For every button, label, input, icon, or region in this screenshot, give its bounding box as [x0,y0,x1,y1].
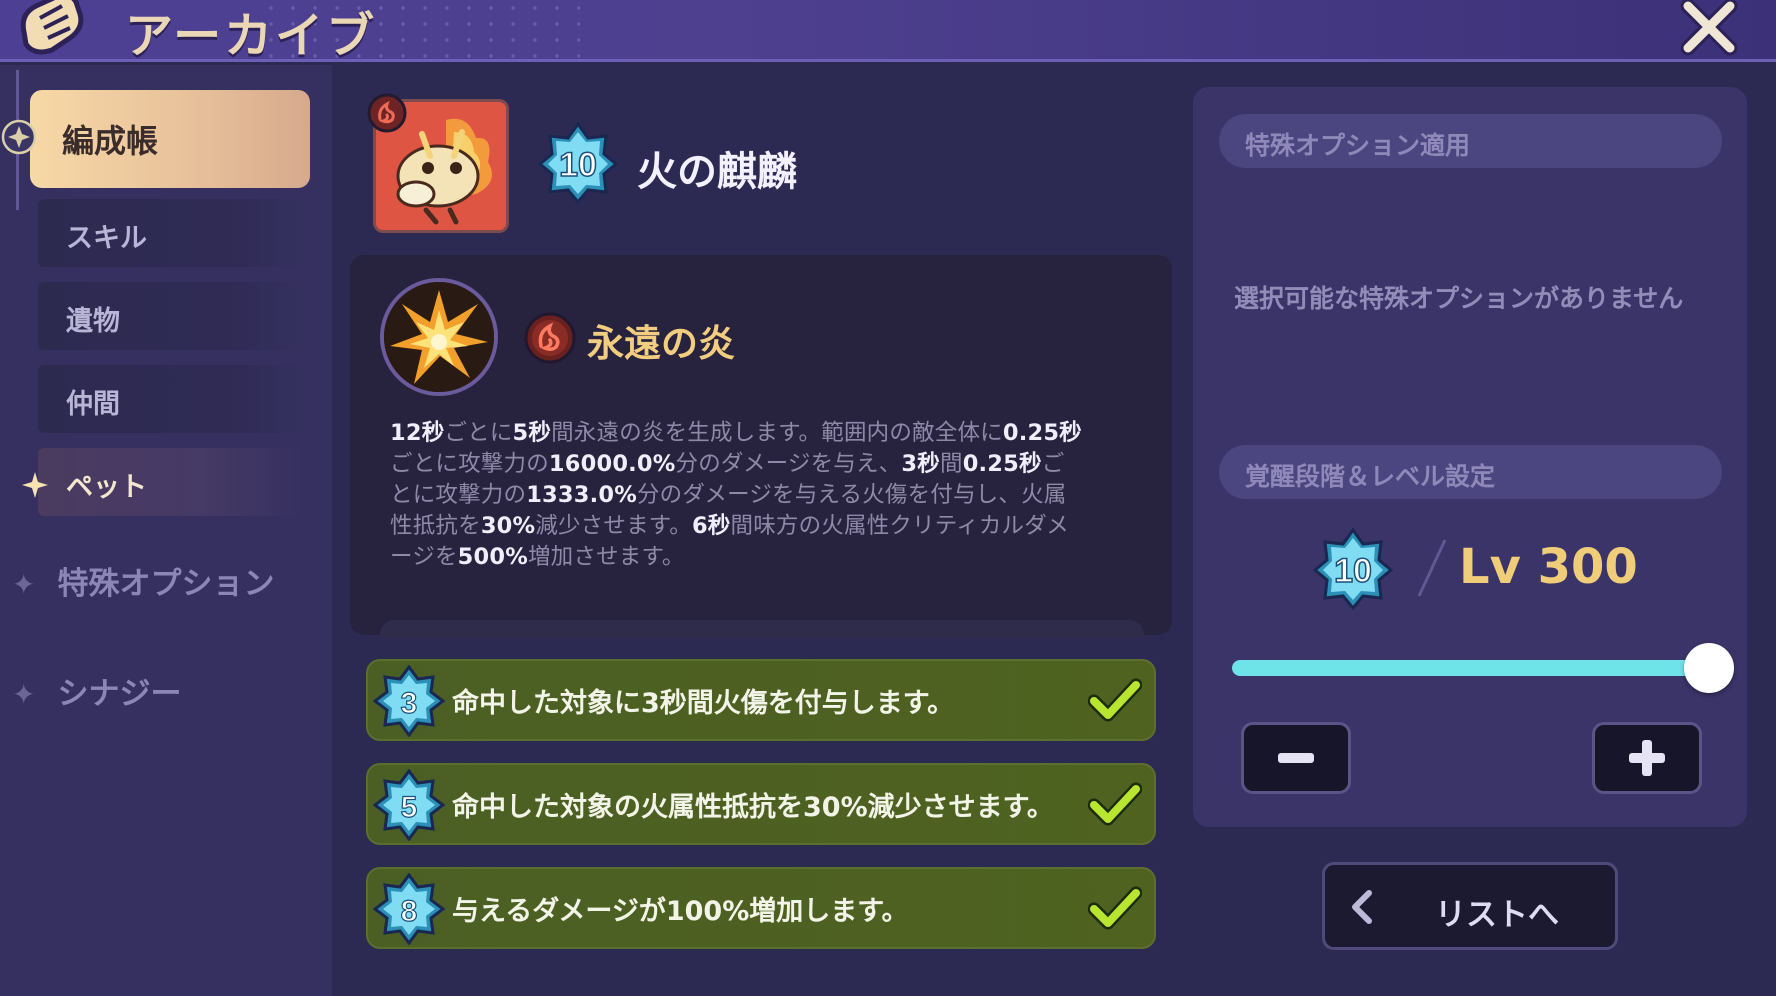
description-text: ごとに [444,420,513,446]
perk-star-count: 3 [401,687,418,720]
awaken-star-count: 10 [559,146,597,184]
fire-element-icon [367,93,407,133]
sidebar-category-special-options[interactable]: ✦ 特殊オプション [12,558,274,603]
fire-element-icon [524,312,576,364]
skill-name: 永遠の炎 [587,322,735,365]
perk-text: 命中した対象の火属性抵抗を30%減少させます。 [452,792,1054,823]
skill-panel-scroll-edge [380,620,1144,638]
description-text: 分のダメージを与える火傷を付与し、火属 [636,482,1067,508]
description-value: 3秒 [901,451,940,477]
awaken-level-header: 覚醒段階＆レベル設定 [1219,445,1722,499]
category-label: 特殊オプション [57,566,275,602]
skill-description: 12秒ごとに5秒間永遠の炎を生成します。範囲内の敵全体に0.25秒 ごとに攻撃力の… [390,418,1135,573]
description-text: ージを [390,544,458,570]
back-to-list-label: リストへ [1435,897,1559,933]
description-text: 分のダメージを与え、 [675,451,902,477]
level-slider-track[interactable] [1232,660,1710,676]
close-button[interactable] [1678,0,1740,60]
sidebar-item-pet[interactable]: ペット [38,448,308,516]
description-value: 0.25秒 [962,451,1042,477]
awaken-star-count: 10 [1334,552,1372,590]
flame-skill-icon [380,278,498,396]
sidebar-item-relic[interactable]: 遺物 [38,282,308,350]
back-to-list-button[interactable]: リストへ [1322,862,1618,950]
description-line: 12秒ごとに5秒間永遠の炎を生成します。範囲内の敵全体に0.25秒 [390,418,1135,449]
description-value: 5秒 [512,420,552,446]
no-options-message: 選択可能な特殊オプションがありません [1234,284,1684,313]
awaken-star-badge: 10 [1312,527,1394,611]
perk-star-count: 5 [401,791,418,824]
level-value: Lv 300 [1459,539,1638,595]
sidebar-item-skill[interactable]: スキル [38,199,308,267]
sidebar-item-formation[interactable]: 編成帳 [30,90,310,188]
decrease-level-button[interactable] [1241,722,1351,794]
description-value: 30% [480,513,536,539]
perk-text: 命中した対象に3秒間火傷を付与します。 [452,688,955,719]
description-line: 性抵抗を30%減少させます。6秒間味方の火属性クリティカルダメ [390,511,1135,542]
description-value: 0.25秒 [1002,420,1082,446]
awaken-star-badge: 10 [537,121,619,205]
description-value: 16000.0% [548,451,676,477]
separator-slash [1411,536,1451,600]
star-level-icon: 5 [373,769,445,841]
perk-text: 与えるダメージが100%増加します。 [452,896,909,927]
description-value: 500% [457,544,528,570]
minus-icon [1278,753,1314,763]
perk-row: 3 命中した対象に3秒間火傷を付与します。 [366,659,1156,741]
description-value: 6秒 [691,513,731,539]
check-icon [1088,782,1142,826]
sidebar-category-synergy[interactable]: ✦ シナジー [12,668,181,713]
description-text: ご [1041,451,1065,477]
description-text: とに攻撃力の [390,482,527,508]
check-icon [1088,678,1142,722]
perk-row: 8 与えるダメージが100%増加します。 [366,867,1156,949]
description-text: 間 [939,451,963,477]
close-icon [1680,0,1738,56]
description-line: ごとに攻撃力の16000.0%分のダメージを与え、3秒間0.25秒ご [390,449,1135,480]
archive-hand-icon [14,0,94,58]
description-text: 間味方の火属性クリティカルダメ [730,513,1069,539]
description-line: とに攻撃力の1333.0%分のダメージを与える火傷を付与し、火属 [390,480,1135,511]
plus-icon [1629,740,1665,776]
increase-level-button[interactable] [1592,722,1702,794]
special-option-header: 特殊オプション適用 [1219,114,1722,168]
page-title: アーカイブ [125,8,378,64]
plus-icon: ✦ [12,568,36,601]
plus-icon: ✦ [12,678,36,711]
star-level-icon: 8 [373,873,445,945]
category-label: シナジー [57,676,182,712]
description-value: 1333.0% [526,482,637,508]
perk-row: 5 命中した対象の火属性抵抗を30%減少させます。 [366,763,1156,845]
pet-name: 火の麒麟 [637,149,797,195]
description-line: ージを500%増加させます。 [390,542,1135,573]
description-text: ごとに攻撃力の [390,451,549,477]
level-slider-handle[interactable] [1684,643,1734,693]
description-text: 間永遠の炎を生成します。範囲内の敵全体に [551,420,1003,446]
sidebar-item-companion[interactable]: 仲間 [38,365,308,433]
perk-star-count: 8 [401,895,418,928]
description-text: 減少させます。 [535,513,692,539]
description-text: 性抵抗を [390,513,481,539]
compass-star-icon [0,118,38,156]
check-icon [1088,886,1142,930]
description-text: 増加させます。 [527,544,685,570]
chevron-left-icon [1352,890,1372,924]
description-value: 12秒 [390,420,445,446]
selected-star-icon [20,470,50,500]
star-level-icon: 3 [373,665,445,737]
